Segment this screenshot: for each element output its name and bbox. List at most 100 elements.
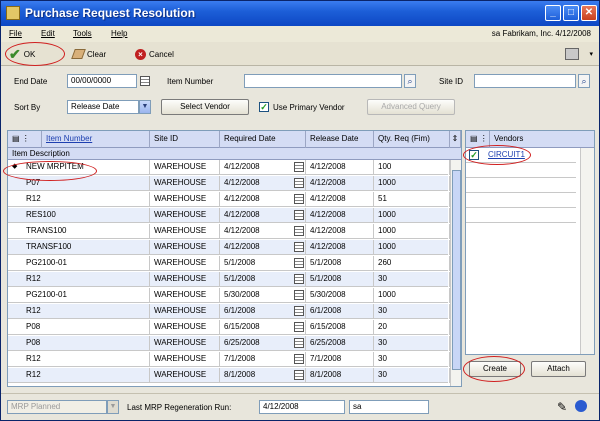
item-lookup-icon[interactable]: ⌕ [404, 74, 416, 88]
cell-site-id[interactable]: WAREHOUSE [150, 336, 220, 351]
table-row[interactable]: TRANSF100 WAREHOUSE 4/12/2008 4/12/2008 1000 [8, 240, 450, 255]
minimize-button[interactable]: _ [545, 5, 561, 21]
cell-site-id[interactable]: WAREHOUSE [150, 224, 220, 239]
grid-scroll-thumb[interactable] [452, 170, 461, 370]
cell-item-number[interactable]: PG2100-01 [8, 256, 150, 271]
cell-item-number[interactable]: R12 [8, 368, 150, 383]
item-number-field[interactable] [244, 74, 402, 88]
table-row[interactable]: R12 WAREHOUSE 7/1/2008 7/1/2008 30 [8, 352, 450, 367]
calendar-icon[interactable] [140, 76, 150, 86]
cell-qty-req[interactable]: 1000 [374, 224, 450, 239]
cell-item-number[interactable]: TRANS100 [8, 224, 150, 239]
cell-site-id[interactable]: WAREHOUSE [150, 240, 220, 255]
cell-release-date[interactable]: 4/12/2008 [306, 176, 374, 191]
attach-button[interactable]: Attach [531, 361, 586, 377]
calendar-icon[interactable] [294, 242, 304, 252]
calendar-icon[interactable] [294, 354, 304, 364]
cell-item-number[interactable]: RES100 [8, 208, 150, 223]
calendar-icon[interactable] [294, 290, 304, 300]
col-required-date[interactable]: Required Date [220, 131, 306, 148]
calendar-icon[interactable] [294, 162, 304, 172]
cell-release-date[interactable]: 6/1/2008 [306, 304, 374, 319]
cell-qty-req[interactable]: 1000 [374, 288, 450, 303]
cell-qty-req[interactable]: 51 [374, 192, 450, 207]
col-site-id[interactable]: Site ID [150, 131, 220, 148]
cell-site-id[interactable]: WAREHOUSE [150, 272, 220, 287]
menu-help[interactable]: Help [111, 29, 127, 38]
cell-item-number[interactable]: R12 [8, 272, 150, 287]
cell-item-number[interactable]: P08 [8, 336, 150, 351]
cell-qty-req[interactable]: 30 [374, 336, 450, 351]
menu-tools[interactable]: Tools [73, 29, 92, 38]
advanced-query-button[interactable]: Advanced Query [367, 99, 455, 115]
cell-site-id[interactable]: WAREHOUSE [150, 256, 220, 271]
cell-site-id[interactable]: WAREHOUSE [150, 304, 220, 319]
sort-by-select[interactable]: Release Date [67, 100, 139, 114]
cell-item-number[interactable]: R12 [8, 352, 150, 367]
cell-site-id[interactable]: WAREHOUSE [150, 208, 220, 223]
table-row[interactable]: P08 WAREHOUSE 6/25/2008 6/25/2008 30 [8, 336, 450, 351]
cell-release-date[interactable]: 5/1/2008 [306, 256, 374, 271]
table-row[interactable]: TRANS100 WAREHOUSE 4/12/2008 4/12/2008 1000 [8, 224, 450, 239]
cell-release-date[interactable]: 5/1/2008 [306, 272, 374, 287]
cell-site-id[interactable]: WAREHOUSE [150, 320, 220, 335]
table-row[interactable]: R12 WAREHOUSE 4/12/2008 4/12/2008 51 [8, 192, 450, 207]
calendar-icon[interactable] [294, 274, 304, 284]
cell-qty-req[interactable]: 20 [374, 320, 450, 335]
grid-expand-icon[interactable]: ▤ ⋮ [8, 131, 42, 148]
table-row[interactable]: RES100 WAREHOUSE 4/12/2008 4/12/2008 1000 [8, 208, 450, 223]
col-qty-req[interactable]: Qty. Req (Fim) [374, 131, 450, 148]
site-lookup-icon[interactable]: ⌕ [578, 74, 590, 88]
calendar-icon[interactable] [294, 194, 304, 204]
select-vendor-button[interactable]: Select Vendor [161, 99, 249, 115]
cell-release-date[interactable]: 6/15/2008 [306, 320, 374, 335]
calendar-icon[interactable] [294, 322, 304, 332]
cell-qty-req[interactable]: 260 [374, 256, 450, 271]
calendar-icon[interactable] [294, 306, 304, 316]
table-row[interactable]: P08 WAREHOUSE 6/15/2008 6/15/2008 20 [8, 320, 450, 335]
cell-qty-req[interactable]: 100 [374, 160, 450, 175]
end-date-field[interactable]: 00/00/0000 [67, 74, 137, 88]
cell-release-date[interactable]: 4/12/2008 [306, 192, 374, 207]
use-primary-vendor-checkbox[interactable]: ✓ [259, 102, 269, 112]
grid-scrollbar[interactable] [450, 160, 461, 386]
cell-qty-req[interactable]: 1000 [374, 176, 450, 191]
cell-qty-req[interactable]: 1000 [374, 240, 450, 255]
calendar-icon[interactable] [294, 210, 304, 220]
cell-release-date[interactable]: 4/12/2008 [306, 240, 374, 255]
cancel-button[interactable]: × Cancel [135, 46, 174, 62]
cell-release-date[interactable]: 4/12/2008 [306, 160, 374, 175]
calendar-icon[interactable] [294, 338, 304, 348]
calendar-icon[interactable] [294, 258, 304, 268]
cell-item-number[interactable]: R12 [8, 304, 150, 319]
cell-release-date[interactable]: 6/25/2008 [306, 336, 374, 351]
cell-site-id[interactable]: WAREHOUSE [150, 288, 220, 303]
maximize-button[interactable]: □ [563, 5, 579, 21]
calendar-icon[interactable] [294, 178, 304, 188]
cell-release-date[interactable]: 8/1/2008 [306, 368, 374, 383]
cell-qty-req[interactable]: 30 [374, 272, 450, 287]
sort-by-dropdown-icon[interactable]: ▼ [139, 100, 151, 114]
mrp-dropdown-icon[interactable]: ▼ [107, 400, 119, 414]
clear-button[interactable]: Clear [71, 46, 106, 62]
cell-site-id[interactable]: WAREHOUSE [150, 192, 220, 207]
col-item-number[interactable]: Item Number [42, 131, 150, 148]
table-row[interactable]: R12 WAREHOUSE 6/1/2008 6/1/2008 30 [8, 304, 450, 319]
cell-site-id[interactable]: WAREHOUSE [150, 368, 220, 383]
cell-release-date[interactable]: 5/30/2008 [306, 288, 374, 303]
help-dropdown-icon[interactable]: ▾ [589, 50, 593, 58]
table-row[interactable]: PG2100-01 WAREHOUSE 5/30/2008 5/30/2008 1000 [8, 288, 450, 303]
scroll-up-icon[interactable]: ⇕ [450, 131, 461, 148]
menu-edit[interactable]: Edit [41, 29, 55, 38]
cell-qty-req[interactable]: 1000 [374, 208, 450, 223]
menu-file[interactable]: File [9, 29, 22, 38]
table-row[interactable]: R12 WAREHOUSE 5/1/2008 5/1/2008 30 [8, 272, 450, 287]
cell-release-date[interactable]: 4/12/2008 [306, 224, 374, 239]
cell-item-number[interactable]: P08 [8, 320, 150, 335]
site-id-field[interactable] [474, 74, 576, 88]
cell-item-number[interactable]: PG2100-01 [8, 288, 150, 303]
close-button[interactable]: ✕ [581, 5, 597, 21]
col-release-date[interactable]: Release Date [306, 131, 374, 148]
note-icon[interactable]: ✎ [557, 400, 567, 414]
cell-release-date[interactable]: 4/12/2008 [306, 208, 374, 223]
